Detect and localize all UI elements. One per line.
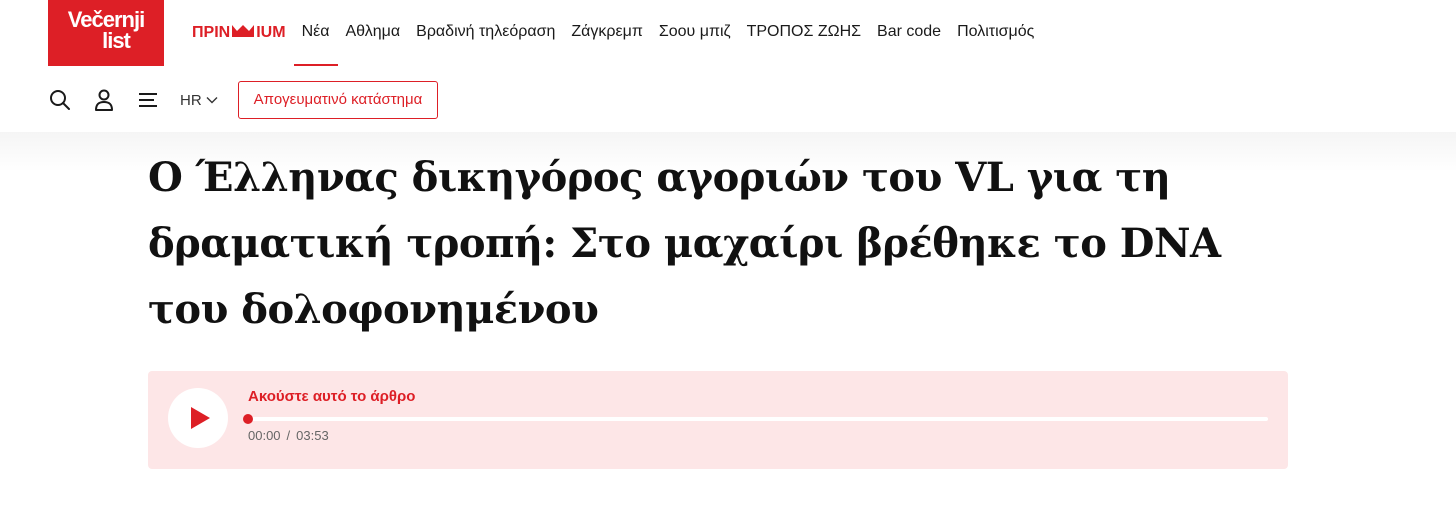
- duration: 03:53: [296, 428, 329, 443]
- current-time: 00:00: [248, 428, 281, 443]
- language-label: HR: [180, 91, 202, 109]
- nav-item-premium[interactable]: ΠΡΙΝ IUM: [184, 0, 294, 66]
- site-logo[interactable]: Večernji list: [48, 0, 164, 66]
- time-separator: /: [286, 428, 291, 443]
- header-toolbar: HR Απογευματινό κατάστημα: [48, 80, 439, 120]
- user-icon[interactable]: [92, 88, 116, 112]
- main-nav: ΠΡΙΝ IUM Νέα Αθλημα Βραδινή τηλεόραση Ζά…: [184, 0, 1042, 66]
- nav-item-culture[interactable]: Πολιτισμός: [949, 0, 1042, 66]
- play-icon: [191, 407, 210, 429]
- play-button[interactable]: [168, 388, 228, 448]
- nav-item-showbiz[interactable]: Σοου μπιζ: [651, 0, 739, 66]
- crown-icon: [232, 1, 255, 65]
- language-selector[interactable]: HR: [180, 92, 218, 109]
- nav-item-evening-tv[interactable]: Βραδινή τηλεόραση: [408, 0, 563, 66]
- chevron-down-icon: [206, 97, 218, 104]
- progress-track[interactable]: [243, 414, 1268, 424]
- evening-store-button[interactable]: Απογευματινό κατάστημα: [237, 81, 439, 119]
- time-display: 00:00 / 03:53: [248, 428, 329, 443]
- logo-line-2: list: [102, 28, 131, 53]
- menu-icon[interactable]: [136, 88, 160, 112]
- premium-label-start: ΠΡΙΝ: [192, 24, 231, 41]
- nav-item-sport[interactable]: Αθλημα: [338, 0, 409, 66]
- nav-item-bar-code[interactable]: Bar code: [869, 0, 949, 66]
- audio-player: Ακούστε αυτό το άρθρο 00:00 / 03:53: [148, 371, 1288, 469]
- nav-item-zagreb[interactable]: Ζάγκρεμπ: [563, 0, 651, 66]
- progress-knob[interactable]: [243, 414, 253, 424]
- nav-item-lifestyle[interactable]: ΤΡΟΠΟΣ ΖΩΗΣ: [739, 0, 869, 66]
- premium-label-end: IUM: [256, 24, 286, 41]
- article-title: Ο Έλληνας δικηγόρος αγοριών του VL για τ…: [148, 154, 1221, 333]
- player-label: Ακούστε αυτό το άρθρο: [248, 388, 416, 405]
- search-icon[interactable]: [48, 88, 72, 112]
- nav-item-news[interactable]: Νέα: [293, 0, 338, 66]
- site-header: Večernji list ΠΡΙΝ IUM Νέα Αθλημα Βραδιν…: [0, 0, 1456, 132]
